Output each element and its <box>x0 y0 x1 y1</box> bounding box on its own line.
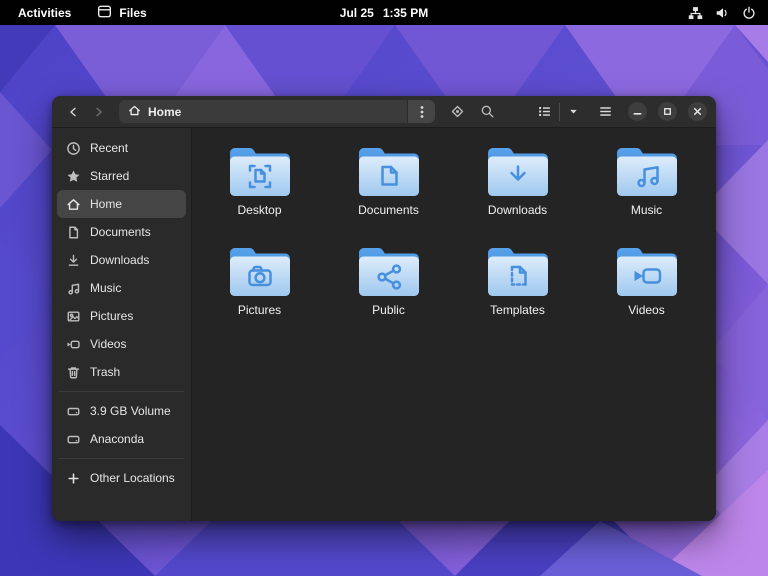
drive-icon <box>67 407 80 415</box>
back-button[interactable] <box>61 100 85 124</box>
system-tray[interactable] <box>688 0 756 25</box>
folder-item-desktop[interactable]: Desktop <box>204 143 316 243</box>
sidebar-item-pictures[interactable]: Pictures <box>57 302 186 330</box>
location-target-icon <box>451 105 463 118</box>
search-button[interactable] <box>475 100 499 124</box>
drive-icon <box>67 435 80 443</box>
sidebar-separator <box>59 391 184 392</box>
desktop-folder-icon <box>229 148 290 196</box>
videos-folder-icon <box>616 248 677 296</box>
clock-button[interactable]: Jul 25 1:35 PM <box>340 6 428 20</box>
network-icon <box>688 6 703 20</box>
sidebar-item-recent[interactable]: Recent <box>57 134 186 162</box>
close-button[interactable] <box>688 102 707 121</box>
home-icon <box>67 198 80 210</box>
sidebar-item-trash[interactable]: Trash <box>57 358 186 386</box>
sidebar-separator <box>59 458 184 459</box>
files-app-icon <box>97 4 112 22</box>
sidebar-item-music[interactable]: Music <box>57 274 186 302</box>
maximize-icon <box>664 108 671 115</box>
documents-folder-icon <box>358 148 419 196</box>
app-menu-label: Files <box>119 5 147 20</box>
window-controls <box>628 102 707 121</box>
view-switcher <box>532 100 583 124</box>
folder-item-documents[interactable]: Documents <box>333 143 445 243</box>
sidebar-item-volume[interactable]: 3.9 GB Volume <box>57 397 186 425</box>
sidebar-item-home[interactable]: Home <box>57 190 186 218</box>
close-icon <box>693 107 702 116</box>
pictures-icon <box>67 310 80 322</box>
forward-button[interactable] <box>87 100 111 124</box>
music-folder-icon <box>616 148 677 196</box>
templates-folder-icon <box>487 248 548 296</box>
public-folder-icon <box>358 248 419 296</box>
chevron-down-icon <box>569 109 577 114</box>
sidebar-item-other-locations[interactable]: Other Locations <box>57 464 186 492</box>
app-menu-button[interactable]: Files <box>97 4 147 22</box>
trash-icon <box>67 366 80 378</box>
home-breadcrumb-icon <box>128 104 141 120</box>
clock-date: Jul 25 <box>339 5 374 20</box>
downloads-icon <box>68 254 79 266</box>
path-menu-button[interactable] <box>407 100 435 123</box>
folder-item-music[interactable]: Music <box>591 143 703 243</box>
sidebar: Recent Starred Home Documents Downloads … <box>52 128 192 521</box>
folder-item-templates[interactable]: Templates <box>462 243 574 343</box>
recent-icon <box>67 141 80 155</box>
hamburger-menu-icon <box>599 107 611 116</box>
minimize-button[interactable] <box>628 102 647 121</box>
folder-item-public[interactable]: Public <box>333 243 445 343</box>
list-view-icon <box>538 107 550 116</box>
starred-icon <box>67 170 80 182</box>
plus-icon <box>68 472 79 484</box>
folder-item-downloads[interactable]: Downloads <box>462 143 574 243</box>
menu-button[interactable] <box>593 100 617 124</box>
clock-time: 1:35 PM <box>382 5 429 20</box>
music-icon <box>68 283 80 295</box>
sidebar-item-downloads[interactable]: Downloads <box>57 246 186 274</box>
desktop-screen: Activities Files Jul 25 1:35 PM Home Rec… <box>0 0 768 576</box>
view-list-button[interactable] <box>532 100 556 124</box>
activities-button[interactable]: Activities <box>18 6 71 20</box>
pictures-folder-icon <box>229 248 290 296</box>
top-bar: Activities Files Jul 25 1:35 PM <box>0 0 768 25</box>
volume-icon <box>715 6 730 20</box>
videos-icon <box>67 340 80 348</box>
sidebar-item-documents[interactable]: Documents <box>57 218 186 246</box>
path-bar[interactable]: Home <box>119 100 435 123</box>
files-window: Home Recent Starred Home Documents Downl… <box>52 96 716 521</box>
downloads-folder-icon <box>487 148 548 196</box>
header-bar: Home <box>52 96 716 128</box>
sidebar-item-starred[interactable]: Starred <box>57 162 186 190</box>
folder-item-pictures[interactable]: Pictures <box>204 243 316 343</box>
documents-icon <box>69 226 79 238</box>
folder-item-videos[interactable]: Videos <box>591 243 703 343</box>
path-label: Home <box>148 104 182 119</box>
sidebar-item-anaconda[interactable]: Anaconda <box>57 425 186 453</box>
minimize-icon <box>633 113 642 115</box>
power-icon <box>742 6 756 20</box>
file-grid[interactable]: Desktop Documents Downloads Music Pictur… <box>192 128 716 521</box>
location-button[interactable] <box>445 100 469 124</box>
sidebar-item-videos[interactable]: Videos <box>57 330 186 358</box>
search-icon <box>481 105 494 118</box>
view-options-button[interactable] <box>563 100 583 124</box>
maximize-button[interactable] <box>658 102 677 121</box>
